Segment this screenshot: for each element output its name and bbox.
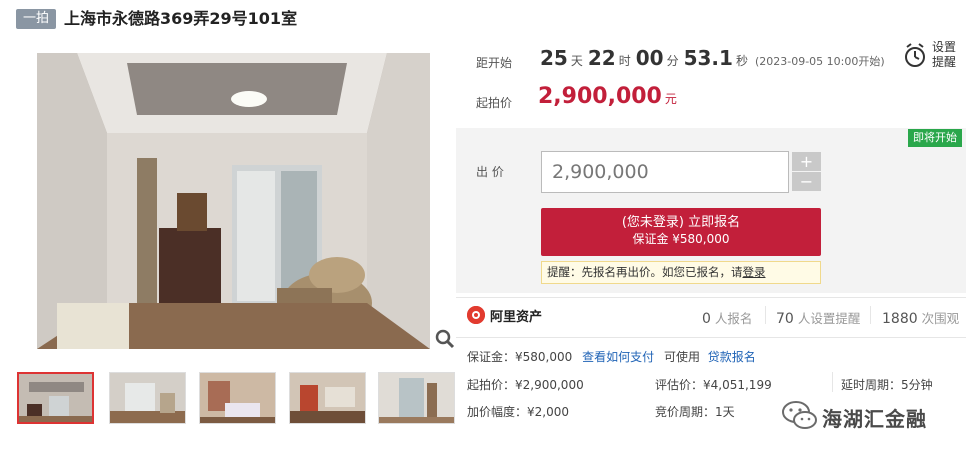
reminder-count-label: 人设置提醒 — [797, 311, 861, 326]
set-reminder-button[interactable]: 设置 提醒 — [932, 40, 956, 70]
tip-text: 提醒：先报名再出价。如您已报名，请 — [547, 265, 743, 279]
starting-price: 2,900,000 元 — [538, 84, 677, 109]
detail-increment: 加价幅度：¥2,000 — [467, 405, 569, 419]
how-to-pay-link[interactable]: 查看如何支付 — [582, 350, 654, 364]
countdown-seconds: 53.1 — [683, 46, 733, 70]
thumbnail-1[interactable] — [17, 372, 94, 424]
wechat-icon — [780, 398, 820, 434]
signup-deposit-label: 保证金 ¥580,000 — [632, 232, 730, 246]
detail-bid-period: 竞价周期：1天 — [655, 405, 735, 419]
detail-start-price: 起拍价：¥2,900,000 — [467, 378, 584, 392]
auction-round-badge: 一拍 — [16, 9, 56, 29]
countdown-hours: 22 — [587, 46, 616, 70]
detail-assessed-price: 评估价：¥4,051,199 — [655, 378, 772, 392]
starting-price-label: 起拍价 — [476, 96, 513, 110]
signup-count-label: 人报名 — [714, 311, 753, 326]
login-link[interactable]: 登录 — [743, 265, 766, 279]
thumbnail-3[interactable] — [199, 372, 276, 424]
start-time: (2023-09-05 10:00开始) — [754, 55, 885, 68]
signup-count: 0 人报名 — [702, 308, 752, 327]
countdown-label: 距开始 — [476, 56, 513, 70]
hours-unit: 时 — [618, 54, 631, 68]
thumbnail-2[interactable] — [109, 372, 186, 424]
starting-price-value: 2,900,000 — [538, 84, 662, 109]
divider — [456, 297, 966, 298]
detail-delay-period: 延时周期：5分钟 — [841, 378, 933, 392]
deposit-amount: 保证金：¥580,000 — [467, 350, 573, 364]
divider — [456, 337, 966, 338]
main-property-photo[interactable] — [37, 53, 430, 349]
countdown-minutes: 00 — [635, 46, 664, 70]
usable-text: 可使用 — [663, 350, 700, 364]
price-unit: 元 — [664, 92, 677, 106]
status-badge: 即将开始 — [908, 129, 962, 147]
signup-button[interactable]: (您未登录) 立即报名 保证金 ¥580,000 — [541, 208, 821, 256]
reminder-count-value: 70 — [776, 311, 794, 327]
reminder-count: 70 人设置提醒 — [776, 308, 860, 327]
seconds-unit: 秒 — [735, 54, 748, 68]
countdown-timer: 25 天 22 时 00 分 53.1 秒 (2023-09-05 10:00开始) — [540, 46, 885, 70]
thumbnail-5[interactable] — [378, 372, 455, 424]
bid-label: 出 价 — [476, 165, 504, 179]
minutes-unit: 分 — [666, 54, 679, 68]
alarm-clock-icon[interactable] — [903, 43, 927, 73]
ali-assets-brand: 阿里资产 — [490, 310, 543, 325]
view-count: 1880 次围观 — [882, 308, 959, 327]
magnify-icon[interactable] — [434, 328, 456, 350]
divider — [870, 306, 871, 324]
decrease-bid-button[interactable]: − — [792, 172, 821, 191]
signup-count-value: 0 — [702, 311, 711, 327]
signup-main-label: (您未登录) 立即报名 — [621, 215, 741, 230]
reminder-line-1: 设置 — [932, 40, 957, 54]
countdown-days: 25 — [540, 46, 568, 70]
view-count-label: 次围观 — [921, 311, 960, 326]
watermark-text: 海湖汇金融 — [822, 407, 927, 431]
deposit-row: 保证金：¥580,000 查看如何支付 可使用 贷款报名 — [467, 348, 756, 365]
bid-amount-input[interactable]: 2,900,000 — [541, 151, 789, 193]
divider — [765, 306, 766, 324]
divider — [832, 372, 833, 392]
ali-assets-logo-icon — [467, 306, 485, 324]
thumbnail-4[interactable] — [289, 372, 366, 424]
login-tip: 提醒：先报名再出价。如您已报名，请登录 — [541, 261, 821, 284]
reminder-line-2: 提醒 — [932, 55, 957, 69]
page-title: 上海市永德路369弄29号101室 — [64, 9, 298, 28]
increase-bid-button[interactable]: + — [792, 152, 821, 171]
days-unit: 天 — [570, 54, 583, 68]
view-count-value: 1880 — [882, 311, 918, 327]
loan-signup-link[interactable]: 贷款报名 — [708, 350, 756, 364]
